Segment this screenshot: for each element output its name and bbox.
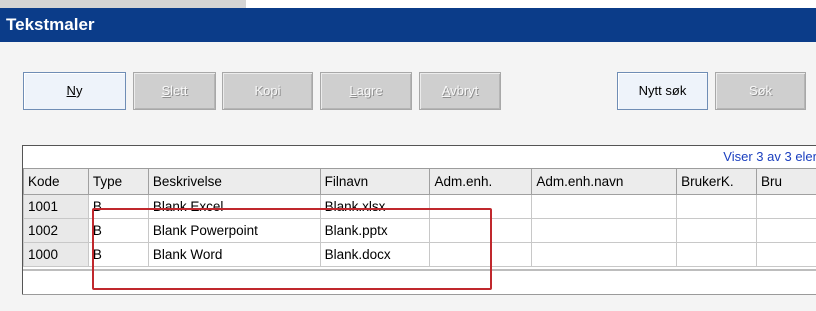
- window-title: Tekstmaler: [0, 8, 816, 42]
- cell-kode[interactable]: 1002: [23, 218, 89, 243]
- column-header-bru[interactable]: Bru: [756, 169, 816, 195]
- grid-status-text: Viser 3 av 3 eler: [23, 146, 816, 169]
- cell-adm-enh-navn[interactable]: [531, 242, 678, 267]
- delete-button-label: lett: [170, 83, 188, 98]
- cancel-button-mnemonic: A: [441, 83, 451, 98]
- table-row[interactable]: 1002 B Blank Powerpoint Blank.pptx: [23, 218, 816, 243]
- copy-button-label: Kopi: [254, 83, 281, 98]
- cell-filnavn[interactable]: Blank.docx: [319, 242, 431, 267]
- cancel-button[interactable]: Avbryt: [419, 72, 501, 110]
- save-button-label: agre: [356, 83, 383, 98]
- cell-adm-enh-navn[interactable]: [531, 218, 678, 243]
- column-header-brukerk[interactable]: BrukerK.: [676, 169, 758, 195]
- cell-bru[interactable]: [756, 242, 816, 267]
- search-button[interactable]: Søk: [715, 72, 806, 110]
- top-strip-segment: [0, 0, 246, 8]
- column-header-kode[interactable]: Kode: [23, 169, 89, 195]
- cell-adm-enh[interactable]: [429, 242, 533, 267]
- cell-bru[interactable]: [756, 218, 816, 243]
- cell-kode[interactable]: 1001: [23, 194, 89, 219]
- results-table: Kode Type Beskrivelse Filnavn Adm.enh. A…: [23, 169, 816, 267]
- save-button[interactable]: Lagre: [320, 72, 412, 110]
- results-grid: Viser 3 av 3 eler Kode Type Beskrivelse …: [22, 145, 816, 294]
- table-header-row: Kode Type Beskrivelse Filnavn Adm.enh. A…: [23, 169, 816, 195]
- cell-type[interactable]: B: [87, 242, 149, 267]
- cell-beskrivelse[interactable]: Blank Word: [147, 242, 321, 267]
- cell-beskrivelse[interactable]: Blank Excel: [147, 194, 321, 219]
- delete-button-mnemonic: S: [161, 83, 171, 98]
- cell-beskrivelse[interactable]: Blank Powerpoint: [147, 218, 321, 243]
- cancel-button-label: vbryt: [450, 83, 479, 98]
- table-row[interactable]: 1000 B Blank Word Blank.docx: [23, 242, 816, 267]
- cell-adm-enh[interactable]: [429, 194, 533, 219]
- cell-type[interactable]: B: [87, 194, 149, 219]
- new-search-button-label: Nytt søk: [638, 83, 687, 98]
- column-header-type[interactable]: Type: [87, 169, 149, 195]
- save-button-mnemonic: L: [349, 83, 357, 98]
- cell-brukerk[interactable]: [676, 218, 758, 243]
- column-header-adm-enh[interactable]: Adm.enh.: [429, 169, 533, 195]
- cell-bru[interactable]: [756, 194, 816, 219]
- column-header-filnavn[interactable]: Filnavn: [319, 169, 431, 195]
- delete-button[interactable]: Slett: [133, 72, 216, 110]
- cell-filnavn[interactable]: Blank.pptx: [319, 218, 431, 243]
- cell-filnavn[interactable]: Blank.xlsx: [319, 194, 431, 219]
- cell-type[interactable]: B: [87, 218, 149, 243]
- new-search-button[interactable]: Nytt søk: [617, 72, 708, 110]
- grid-bottom-border: [23, 269, 816, 271]
- cell-brukerk[interactable]: [676, 194, 758, 219]
- column-header-adm-enh-navn[interactable]: Adm.enh.navn: [531, 169, 678, 195]
- new-button[interactable]: Ny: [23, 72, 126, 110]
- search-button-label: Søk: [748, 83, 773, 98]
- copy-button[interactable]: Kopi: [222, 72, 313, 110]
- new-button-mnemonic: N: [66, 83, 76, 98]
- cell-kode[interactable]: 1000: [23, 242, 89, 267]
- table-row[interactable]: 1001 B Blank Excel Blank.xlsx: [23, 194, 816, 219]
- cell-adm-enh-navn[interactable]: [531, 194, 678, 219]
- cell-brukerk[interactable]: [676, 242, 758, 267]
- cell-adm-enh[interactable]: [429, 218, 533, 243]
- grid-baseline: [22, 294, 816, 295]
- column-header-beskrivelse[interactable]: Beskrivelse: [147, 169, 321, 195]
- new-button-label: y: [75, 83, 83, 98]
- top-strip: [0, 0, 816, 8]
